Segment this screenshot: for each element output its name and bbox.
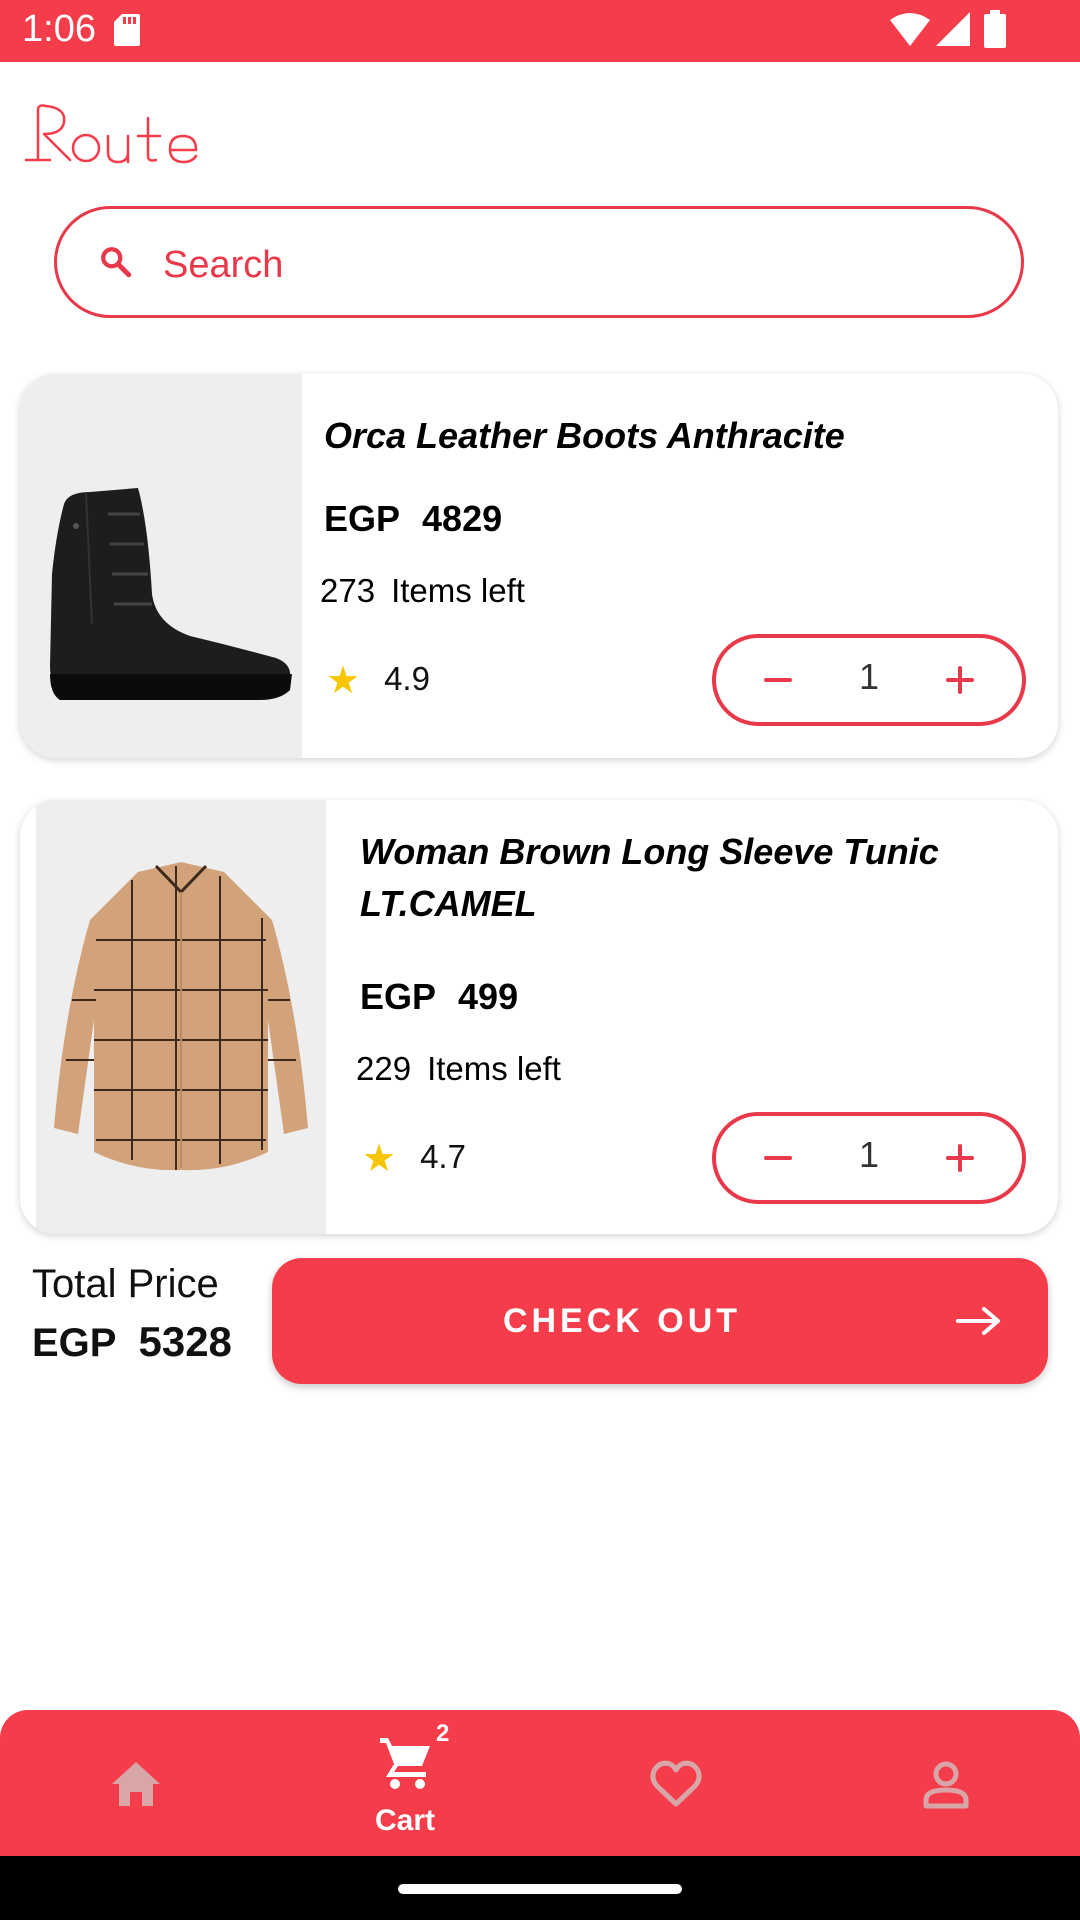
price-currency: EGP <box>360 976 437 1017</box>
product-image-boots <box>20 374 302 758</box>
tunic-image <box>36 800 326 1234</box>
cart-item-card[interactable]: Woman Brown Long Sleeve Tunic LT.CAMEL E… <box>20 800 1058 1234</box>
signal-icon <box>936 12 970 46</box>
product-price: EGP 499 <box>360 976 518 1018</box>
boot-image <box>20 374 302 758</box>
rating-value: 4.7 <box>420 1138 466 1175</box>
search-icon[interactable] <box>99 245 133 279</box>
plus-icon[interactable] <box>938 1136 982 1180</box>
price-value: 499 <box>458 976 519 1017</box>
stock-info: 229 Items left <box>356 1050 561 1088</box>
rating: ★ 4.7 <box>362 1136 466 1181</box>
nav-label-cart: Cart <box>374 1804 435 1837</box>
nav-item-home[interactable] <box>0 1710 270 1856</box>
bottom-nav: 2 Cart <box>0 1710 1080 1856</box>
sd-card-icon <box>114 14 140 46</box>
cart-badge: 2 <box>436 1720 450 1747</box>
status-bar: 1:06 <box>0 0 1080 62</box>
price-value: 4829 <box>422 498 503 539</box>
nav-item-profile[interactable] <box>810 1710 1080 1856</box>
arrow-right-icon <box>956 1307 1000 1335</box>
status-time: 1:06 <box>22 8 96 50</box>
heart-icon[interactable] <box>648 1756 704 1812</box>
home-icon[interactable] <box>108 1756 164 1812</box>
total-price-label: Total Price <box>32 1262 219 1306</box>
checkout-label: CHECK OUT <box>502 1302 742 1340</box>
quantity-stepper[interactable]: 1 <box>712 1112 1026 1204</box>
product-image-tunic <box>36 800 326 1234</box>
nav-item-favorites[interactable] <box>540 1710 810 1856</box>
battery-icon <box>984 10 1006 48</box>
stock-label: Items left <box>391 572 525 609</box>
person-icon[interactable] <box>918 1756 974 1812</box>
product-title: Orca Leather Boots Anthracite <box>324 415 845 456</box>
stock-count: 229 <box>356 1050 412 1087</box>
rating-value: 4.9 <box>384 660 430 697</box>
search-input[interactable] <box>161 237 985 293</box>
gesture-bar <box>0 1856 1080 1920</box>
checkout-button[interactable]: CHECK OUT <box>272 1258 1048 1384</box>
plus-icon[interactable] <box>938 658 982 702</box>
total-currency: EGP <box>32 1321 117 1365</box>
star-icon: ★ <box>326 660 361 702</box>
price-currency: EGP <box>324 498 401 539</box>
wifi-icon <box>890 13 930 46</box>
product-title: Woman Brown Long Sleeve Tunic LT.CAMEL <box>360 831 939 924</box>
home-indicator[interactable] <box>398 1884 682 1894</box>
total-price-amount: EGP 5328 <box>32 1318 232 1366</box>
route-logo <box>24 104 198 164</box>
total-value: 5328 <box>138 1318 232 1365</box>
quantity-stepper[interactable]: 1 <box>712 634 1026 726</box>
search-bar[interactable] <box>54 206 1024 318</box>
cart-icon[interactable] <box>378 1734 434 1790</box>
star-icon: ★ <box>362 1138 397 1180</box>
product-price: EGP 4829 <box>324 498 502 540</box>
stock-count: 273 <box>320 572 376 609</box>
cart-item-card[interactable]: Orca Leather Boots Anthracite EGP 4829 27… <box>20 374 1058 758</box>
nav-item-cart[interactable]: 2 Cart <box>270 1710 540 1856</box>
stock-info: 273 Items left <box>320 572 525 610</box>
rating: ★ 4.9 <box>326 658 430 703</box>
stock-label: Items left <box>427 1050 561 1087</box>
